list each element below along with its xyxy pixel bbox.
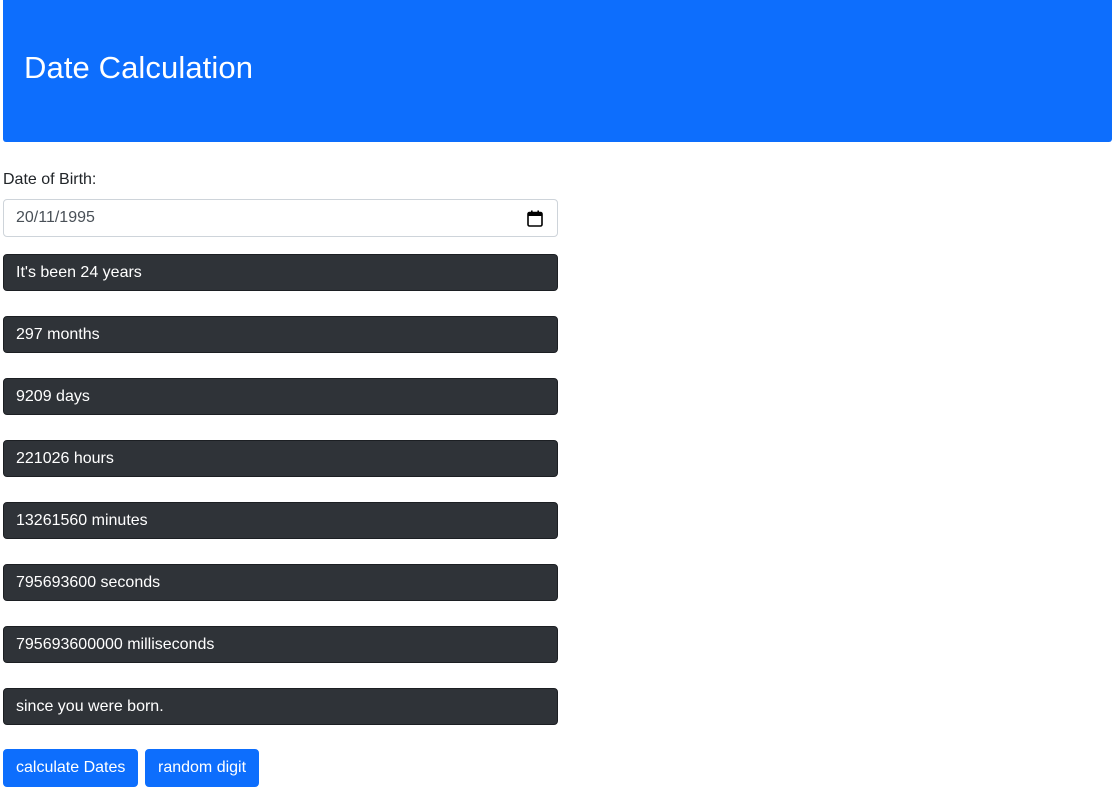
page-header: Date Calculation bbox=[3, 0, 1112, 142]
dob-date-input[interactable]: 20/11/1995 bbox=[3, 199, 558, 237]
result-years: It's been 24 years bbox=[3, 254, 558, 291]
calculate-dates-button[interactable]: calculate Dates bbox=[3, 749, 139, 787]
result-days: 9209 days bbox=[3, 378, 558, 415]
random-digit-button[interactable]: random digit bbox=[145, 749, 260, 787]
dob-label: Date of Birth: bbox=[3, 171, 97, 188]
result-milliseconds: 795693600000 milliseconds bbox=[3, 626, 558, 663]
result-minutes: 13261560 minutes bbox=[3, 502, 558, 539]
result-closing-text: since you were born. bbox=[3, 688, 558, 725]
result-hours: 221026 hours bbox=[3, 440, 558, 477]
calendar-icon[interactable] bbox=[527, 210, 543, 227]
result-months: 297 months bbox=[3, 316, 558, 353]
page-title: Date Calculation bbox=[24, 50, 254, 85]
result-seconds: 795693600 seconds bbox=[3, 564, 558, 601]
dob-date-value: 20/11/1995 bbox=[16, 209, 95, 226]
